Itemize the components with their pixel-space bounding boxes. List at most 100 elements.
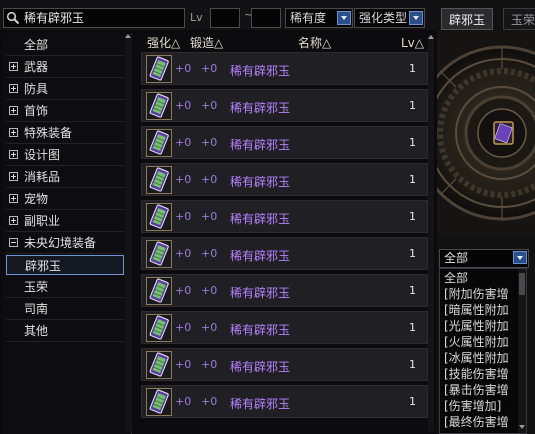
forge-value: +0 (201, 62, 218, 75)
sidebar-scrollbar[interactable] (125, 35, 132, 431)
sidebar-item[interactable]: 消耗品 (6, 167, 124, 188)
expand-icon[interactable] (9, 62, 18, 71)
collapse-icon[interactable] (9, 238, 18, 247)
item-name: 稀有辟邪玉 (230, 64, 291, 78)
item-level: 1 (409, 99, 416, 112)
enhance-type-dropdown[interactable]: 强化类型 (354, 8, 425, 28)
sidebar-item[interactable]: 其他 (6, 321, 124, 342)
table-row[interactable]: +0 +0 稀有辟邪玉 1 (141, 126, 428, 159)
item-name: 稀有辟邪玉 (230, 397, 291, 411)
table-row[interactable]: +0 +0 稀有辟邪玉 1 (141, 200, 428, 233)
sidebar-item[interactable]: 设计图 (6, 145, 124, 166)
option-list-item[interactable]: [冰属性附加 (444, 350, 518, 366)
tab-bixieyu[interactable]: 辟邪玉 (441, 8, 494, 30)
sidebar-item-label: 副职业 (24, 214, 61, 228)
item-level: 1 (409, 284, 416, 297)
expand-icon[interactable] (9, 194, 18, 203)
sidebar-item[interactable]: 武器 (6, 57, 124, 78)
table-row[interactable]: +0 +0 稀有辟邪玉 1 (141, 52, 428, 85)
tab-yurong[interactable]: 玉荣 (503, 8, 535, 30)
sidebar-item[interactable]: 司南 (6, 299, 124, 320)
option-list-item[interactable]: 全部 (444, 270, 518, 286)
option-list-item[interactable]: [光属性附加 (444, 318, 518, 334)
sidebar-item[interactable]: 未央幻境装备 (6, 233, 124, 254)
sidebar-item[interactable]: 玉荣 (6, 277, 124, 298)
expand-icon[interactable] (9, 150, 18, 159)
enhance-value: +0 (175, 321, 192, 334)
option-list-item[interactable]: [火属性附加 (444, 334, 518, 350)
sidebar-item[interactable]: 防具 (6, 79, 124, 100)
enhance-value: +0 (175, 284, 192, 297)
sidebar-item-label: 宠物 (24, 192, 49, 206)
option-filter-dropdown[interactable]: 全部 (439, 249, 529, 268)
scroll-thumb[interactable] (519, 273, 525, 295)
level-max-input[interactable] (251, 8, 281, 28)
chevron-down-icon[interactable] (337, 11, 351, 25)
expand-icon[interactable] (9, 216, 18, 225)
option-list-item[interactable]: [伤害增加] (444, 398, 518, 414)
sidebar-item[interactable]: 首饰 (6, 101, 124, 122)
sidebar-item[interactable]: 全部 (6, 35, 124, 56)
search-icon (6, 11, 20, 25)
chevron-down-icon[interactable] (513, 251, 527, 264)
option-filter-label: 全部 (444, 251, 469, 265)
item-level: 1 (409, 62, 416, 75)
table-row[interactable]: +0 +0 稀有辟邪玉 1 (141, 89, 428, 122)
jade-item-icon (146, 203, 172, 231)
scroll-up-icon[interactable] (125, 33, 132, 40)
sidebar-item[interactable]: 副职业 (6, 211, 124, 232)
item-name: 稀有辟邪玉 (230, 323, 291, 337)
forge-value: +0 (201, 173, 218, 186)
jade-item-icon (146, 240, 172, 268)
option-list-scrollbar[interactable] (518, 269, 526, 433)
table-row[interactable]: +0 +0 稀有辟邪玉 1 (141, 274, 428, 307)
item-name: 稀有辟邪玉 (230, 360, 291, 374)
item-level: 1 (409, 136, 416, 149)
jade-item-icon (146, 55, 172, 83)
column-header-enhance[interactable]: 强化△ (147, 35, 180, 51)
jade-item-icon (146, 129, 172, 157)
table-row[interactable]: +0 +0 稀有辟邪玉 1 (141, 237, 428, 270)
column-header-level[interactable]: Lv△ (401, 35, 424, 51)
table-row[interactable]: +0 +0 稀有辟邪玉 1 (141, 311, 428, 344)
enhance-value: +0 (175, 247, 192, 260)
column-header-name[interactable]: 名称△ (298, 35, 331, 51)
jade-item-icon (146, 166, 172, 194)
option-list-item[interactable]: [技能伤害增 (444, 366, 518, 382)
jade-item-icon (146, 92, 172, 120)
sidebar-item-label: 未央幻境装备 (24, 236, 97, 250)
option-list-item[interactable]: [暴击伤害增 (444, 382, 518, 398)
forge-value: +0 (201, 99, 218, 112)
table-row[interactable]: +0 +0 稀有辟邪玉 1 (141, 385, 428, 418)
expand-icon[interactable] (9, 84, 18, 93)
search-input[interactable]: 稀有辟邪玉 (3, 8, 185, 28)
chevron-down-icon[interactable] (409, 11, 423, 25)
expand-icon[interactable] (9, 106, 18, 115)
forge-value: +0 (201, 358, 218, 371)
enhance-value: +0 (175, 210, 192, 223)
level-min-input[interactable] (210, 8, 240, 28)
sidebar-item[interactable]: 宠物 (6, 189, 124, 210)
option-list-item[interactable]: [最终伤害增 (444, 414, 518, 430)
table-row[interactable]: +0 +0 稀有辟邪玉 1 (141, 163, 428, 196)
sidebar-item-label: 设计图 (24, 148, 61, 162)
forge-value: +0 (201, 136, 218, 149)
tab-label: 辟邪玉 (449, 13, 486, 27)
category-sidebar: 全部 武器防具首饰 特殊装备设计图消耗品宠物副职业未央幻境装备辟邪玉 玉荣 司南 其他 (3, 33, 132, 434)
enhance-value: +0 (175, 62, 192, 75)
expand-icon[interactable] (9, 172, 18, 181)
item-list: 强化△ 锻造△ 名称△ Lv△ +0 +0 稀有辟邪玉 1 +0 +0 稀有辟邪玉 1 +0 +0… (137, 33, 434, 434)
option-list-item[interactable]: [附加伤害增 (444, 286, 518, 302)
column-header-forge[interactable]: 锻造△ (190, 35, 223, 51)
item-level: 1 (409, 173, 416, 186)
option-list-item[interactable]: [暗属性附加 (444, 302, 518, 318)
list-scrollbar[interactable] (428, 35, 434, 431)
rarity-dropdown[interactable]: 稀有度 (285, 8, 353, 28)
enhance-value: +0 (175, 99, 192, 112)
sidebar-item[interactable]: 特殊装备 (6, 123, 124, 144)
sidebar-item[interactable]: 辟邪玉 (6, 255, 124, 275)
table-row[interactable]: +0 +0 稀有辟邪玉 1 (141, 348, 428, 381)
level-label: Lv (190, 11, 203, 24)
expand-icon[interactable] (9, 128, 18, 137)
sidebar-item-label: 防具 (24, 82, 49, 96)
